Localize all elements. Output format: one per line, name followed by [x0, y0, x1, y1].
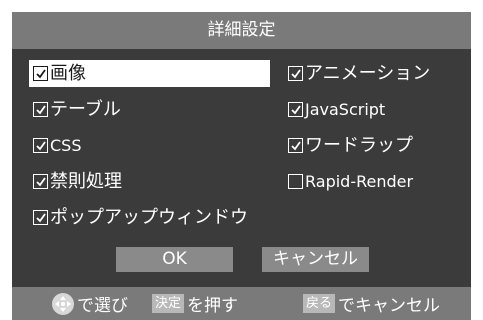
option-animation[interactable]: アニメーション [284, 60, 430, 87]
option-image[interactable]: 画像 [29, 60, 270, 87]
checkbox-checked-icon[interactable] [33, 138, 48, 153]
checkbox-checked-icon[interactable] [33, 210, 48, 225]
hint-confirm-text: を押す [187, 296, 239, 316]
back-key: 戻る [303, 294, 336, 313]
hint-back: 戻る でキャンセル [303, 287, 440, 320]
checkbox-checked-icon[interactable] [33, 174, 48, 189]
option-wordwrap[interactable]: ワードラップ [284, 132, 413, 159]
hint-bar: で選び 決定 を押す 戻る でキャンセル [12, 287, 471, 320]
checkbox-checked-icon[interactable] [288, 138, 303, 153]
option-rapid-render[interactable]: Rapid-Render [284, 168, 413, 195]
option-wordwrap-label: ワードラップ [305, 135, 413, 156]
option-popup[interactable]: ポップアップウィンドウ [29, 204, 248, 231]
confirm-key: 決定 [152, 294, 185, 313]
option-table[interactable]: テーブル [29, 96, 121, 123]
cancel-button[interactable]: キャンセル [262, 247, 369, 272]
option-animation-label: アニメーション [305, 63, 431, 84]
option-image-label: 画像 [50, 63, 86, 84]
advanced-settings-dialog: 詳細設定 画像 アニメーション テーブル JavaScript CSS ワードラ… [12, 12, 471, 320]
option-css[interactable]: CSS [29, 132, 81, 159]
hint-select: で選び [52, 287, 128, 320]
checkbox-checked-icon[interactable] [33, 66, 48, 81]
checkbox-unchecked-icon[interactable] [288, 174, 303, 189]
option-javascript-label: JavaScript [305, 100, 386, 119]
option-javascript[interactable]: JavaScript [284, 96, 385, 123]
dpad-icon [52, 292, 74, 315]
option-kinsoku[interactable]: 禁則処理 [29, 168, 122, 195]
option-table-label: テーブル [50, 99, 121, 120]
checkbox-checked-icon[interactable] [288, 66, 303, 81]
ok-button[interactable]: OK [116, 247, 233, 272]
option-css-label: CSS [50, 136, 82, 155]
checkbox-checked-icon[interactable] [33, 102, 48, 117]
hint-select-text: で選び [77, 296, 128, 316]
dialog-title: 詳細設定 [12, 12, 471, 49]
checkbox-checked-icon[interactable] [288, 102, 303, 117]
option-rapid-render-label: Rapid-Render [305, 172, 414, 191]
hint-confirm: 決定 を押す [152, 287, 238, 320]
option-kinsoku-label: 禁則処理 [50, 171, 122, 192]
option-popup-label: ポップアップウィンドウ [50, 207, 248, 228]
hint-back-text: でキャンセル [338, 296, 441, 316]
